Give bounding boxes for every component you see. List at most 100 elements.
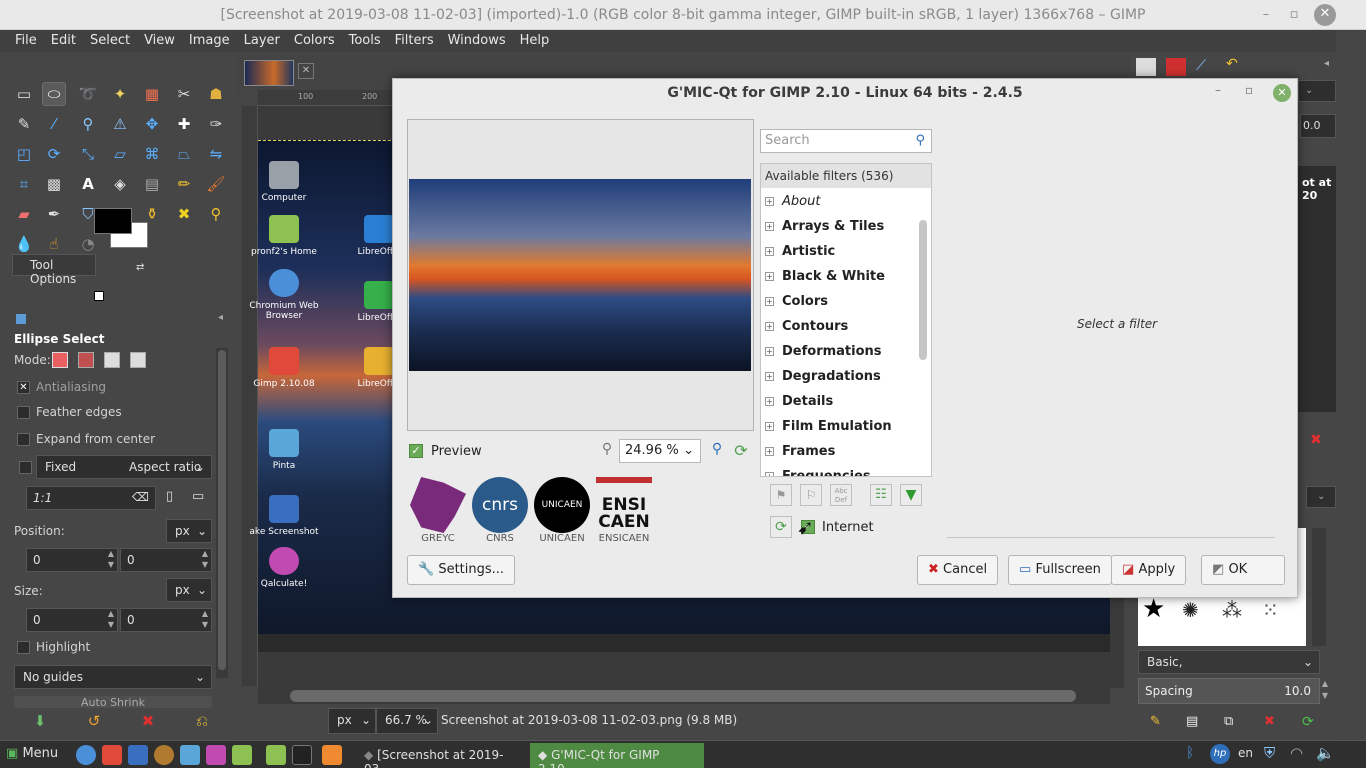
hp-icon[interactable]: hp — [1210, 744, 1230, 764]
qalculate-icon[interactable] — [154, 745, 174, 765]
scale-icon[interactable]: ⤡ — [76, 142, 100, 166]
filter-colors[interactable]: + Colors — [765, 294, 828, 309]
measure-icon[interactable]: ⚠ — [108, 112, 132, 136]
preview-checkbox[interactable]: ✓ — [409, 444, 423, 458]
keyboard-layout[interactable]: en — [1238, 746, 1253, 760]
save-options-icon[interactable]: ⬇ — [30, 712, 50, 732]
restore-options-icon[interactable]: ↺ — [84, 712, 104, 732]
image-tab-thumbnail[interactable] — [244, 60, 294, 86]
close-tab-icon[interactable]: ✕ — [298, 63, 314, 79]
duplicate-brush-icon[interactable]: ⧉ — [1224, 714, 1233, 729]
guides-combo[interactable]: No guides ⌄ — [14, 665, 212, 689]
perspective-icon[interactable]: ⏢ — [172, 142, 196, 166]
update-manager-icon[interactable] — [322, 745, 342, 765]
position-x-spinner[interactable]: ▲ ▼ — [104, 548, 118, 572]
reset-options-icon[interactable]: ⎌ — [192, 712, 212, 732]
ellipse-select-icon[interactable]: ⬭ — [42, 82, 66, 106]
filter-artistic[interactable]: + Artistic — [765, 244, 835, 259]
mode-replace-icon[interactable] — [52, 352, 68, 368]
size-h-spinner[interactable]: ▲ ▼ — [198, 608, 212, 632]
gradient-icon[interactable]: ▤ — [140, 172, 164, 196]
gmic-close-icon[interactable]: ✕ — [1273, 84, 1291, 102]
paintbrush-icon[interactable]: 🖌 — [204, 172, 228, 196]
menu-tools[interactable]: Tools — [342, 30, 388, 52]
foreground-select-icon[interactable]: ☗ — [204, 82, 228, 106]
files-icon[interactable] — [266, 745, 286, 765]
select-by-color-icon[interactable]: ▦ — [140, 82, 164, 106]
brush-combo[interactable]: ⌄ — [1306, 486, 1336, 508]
maximize-icon[interactable]: ▫ — [1284, 5, 1304, 25]
brush-scrollbar[interactable] — [1312, 528, 1326, 646]
warp-icon[interactable]: ⌗ — [12, 172, 36, 196]
zoom-out-icon[interactable]: ⚲ — [597, 441, 617, 463]
shear-icon[interactable]: ▱ — [108, 142, 132, 166]
position-y-spinner[interactable]: ▲ ▼ — [198, 548, 212, 572]
dock-mode-combo[interactable]: ⌄ — [1298, 80, 1336, 102]
volume-icon[interactable]: 🔈 — [1316, 744, 1335, 762]
visibility-toggle-icon[interactable]: ☷ — [870, 484, 892, 506]
fixed-combo[interactable]: Fixed Aspect ratio ⌄ — [36, 455, 212, 479]
menu-filters[interactable]: Filters — [388, 30, 441, 52]
smudge-icon[interactable]: ☝ — [42, 232, 66, 256]
paths-icon[interactable]: ✎ — [12, 112, 36, 136]
search-input[interactable]: Search ⚲ — [760, 129, 932, 153]
filters-header[interactable]: Available filters (536) — [761, 164, 931, 188]
eraser-icon[interactable]: ▰ — [12, 202, 36, 226]
mode-subtract-icon[interactable] — [104, 352, 120, 368]
menu-view[interactable]: View — [137, 30, 182, 52]
paths-tab-icon[interactable]: ⟋ — [1196, 58, 1206, 74]
bucket-fill-icon[interactable]: ◈ — [108, 172, 132, 196]
start-menu[interactable]: ▣ Menu — [6, 744, 58, 766]
ok-button[interactable]: ◩ OK — [1201, 555, 1285, 585]
rotate-icon[interactable]: ⟳ — [42, 142, 66, 166]
zoom-icon[interactable]: ⚲ — [76, 112, 100, 136]
move-icon[interactable]: ✥ — [140, 112, 164, 136]
horizontal-scrollbar-thumb[interactable] — [290, 690, 1076, 702]
gmic-minimize-icon[interactable]: – — [1215, 83, 1221, 97]
blur-icon[interactable]: 💧 — [12, 232, 36, 256]
rename-favorite-icon[interactable]: Abc Def — [830, 484, 852, 506]
antialiasing-checkbox[interactable]: ✕ — [17, 381, 30, 394]
configure-dock-icon[interactable]: ◂ — [1324, 58, 1329, 69]
filter-scrollbar-thumb[interactable] — [919, 220, 927, 360]
delete-layer-icon[interactable]: ✖ — [1310, 432, 1322, 448]
preview-image[interactable] — [409, 179, 751, 371]
unit-combo[interactable]: px ⌄ — [328, 708, 376, 734]
cancel-button[interactable]: ✖ Cancel — [917, 555, 999, 585]
spacing-spinner[interactable]: ▲ ▼ — [1318, 678, 1332, 704]
default-colors-icon[interactable] — [94, 291, 104, 301]
crop-icon[interactable]: ✑ — [204, 112, 228, 136]
menu-edit[interactable]: Edit — [44, 30, 83, 52]
add-favorite-icon[interactable]: ⚑ — [770, 484, 792, 506]
sponge-brush-icon[interactable]: ⁂ — [1222, 598, 1242, 622]
folder-icon[interactable] — [232, 745, 252, 765]
filter-arrays-tiles[interactable]: + Arrays & Tiles — [765, 219, 884, 234]
lasso-icon[interactable]: ➰ — [76, 82, 100, 106]
filter-frequencies[interactable]: + Frequencies — [765, 469, 871, 476]
edit-brush-icon[interactable]: ✎ — [1150, 714, 1161, 729]
fuzzy-select-icon[interactable]: ✦ — [108, 82, 132, 106]
task-gimp[interactable]: ◆ [Screenshot at 2019-03... — [356, 743, 528, 768]
channels-tab-icon[interactable] — [1166, 58, 1186, 76]
menu-file[interactable]: File — [0, 30, 44, 52]
filter-tree[interactable]: Available filters (536) + About + Arrays &… — [760, 163, 932, 477]
chromium-icon[interactable] — [76, 745, 96, 765]
gimp-icon[interactable] — [102, 745, 122, 765]
color-picker-icon[interactable]: ⁄ — [42, 112, 66, 136]
flip-icon[interactable]: ⇋ — [204, 142, 228, 166]
size-w-spinner[interactable]: ▲ ▼ — [104, 608, 118, 632]
align-icon[interactable]: ✚ — [172, 112, 196, 136]
remove-favorite-icon[interactable]: ⚐ — [800, 484, 822, 506]
configure-tab-icon[interactable]: ◂ — [218, 312, 223, 323]
settings-button[interactable]: 🔧 Settings... — [407, 555, 516, 585]
shield-icon[interactable]: ⛨ — [1264, 744, 1275, 762]
expand-all-icon[interactable]: ▼ — [900, 484, 922, 506]
new-brush-icon[interactable]: ▤ — [1186, 714, 1198, 729]
menu-windows[interactable]: Windows — [441, 30, 513, 52]
mode-intersect-icon[interactable] — [130, 352, 146, 368]
auto-shrink-button[interactable]: Auto Shrink — [14, 696, 212, 708]
inkscape-icon[interactable] — [206, 745, 226, 765]
dock-opacity-field[interactable]: 0.0 — [1300, 114, 1336, 138]
tool-options-scrollbar[interactable] — [216, 348, 228, 678]
position-unit-combo[interactable]: px ⌄ — [166, 519, 212, 543]
